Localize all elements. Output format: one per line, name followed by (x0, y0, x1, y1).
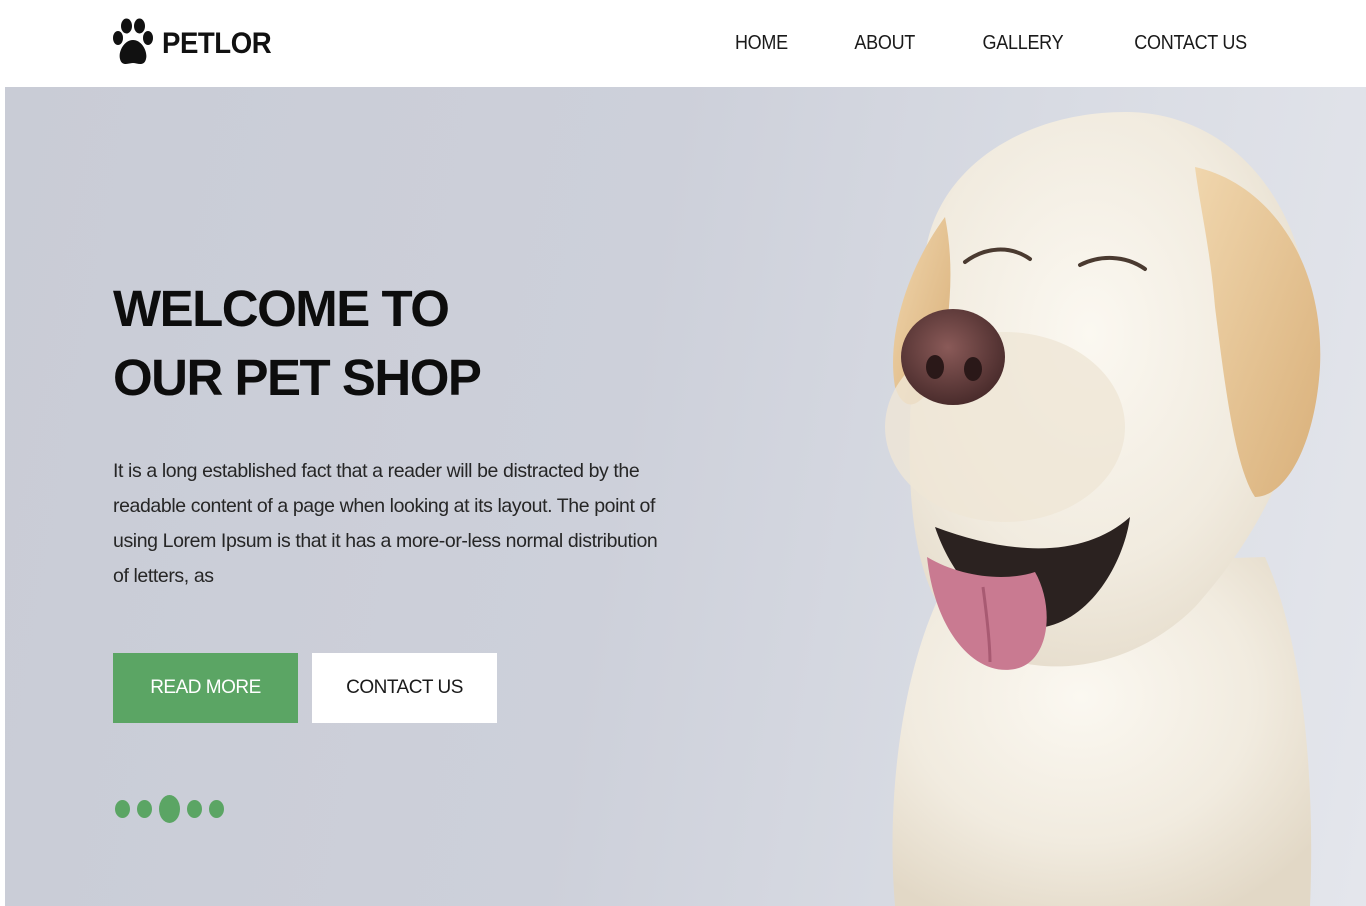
nav-about[interactable]: ABOUT (854, 32, 915, 55)
carousel-dot-2[interactable] (137, 800, 152, 818)
paw-icon (113, 18, 153, 64)
carousel-dot-1[interactable] (115, 800, 130, 818)
carousel-dot-3[interactable] (159, 795, 180, 823)
brand[interactable]: PETLOR (112, 16, 281, 72)
nav-contact-us[interactable]: CONTACT US (1134, 32, 1247, 55)
nav-home[interactable]: HOME (735, 32, 788, 55)
contact-us-button[interactable]: CONTACT US (312, 653, 497, 723)
nav-gallery[interactable]: GALLERY (983, 32, 1064, 55)
hero-title-line-2: OUR PET SHOP (113, 349, 482, 406)
hero-description: It is a long established fact that a rea… (113, 460, 658, 587)
hero-title-line-1: WELCOME TO (113, 280, 450, 337)
carousel-dot-4[interactable] (187, 800, 202, 818)
carousel-dot-5[interactable] (209, 800, 224, 818)
brand-name: PETLOR (162, 27, 272, 60)
read-more-button[interactable]: READ MORE (113, 653, 298, 723)
site-header: PETLOR HOME ABOUT GALLERY CONTACT US (0, 0, 1366, 87)
main-nav: HOME ABOUT GALLERY CONTACT US (732, 0, 1253, 87)
hero-content: WELCOME TO OUR PET SHOP It is a long est… (113, 274, 673, 594)
hero-banner: WELCOME TO OUR PET SHOP It is a long est… (5, 87, 1366, 906)
carousel-indicators (115, 795, 231, 823)
hero-buttons: READ MORE CONTACT US (113, 653, 497, 723)
dog-image (885, 112, 1321, 906)
hero-title: WELCOME TO OUR PET SHOP (113, 274, 673, 412)
